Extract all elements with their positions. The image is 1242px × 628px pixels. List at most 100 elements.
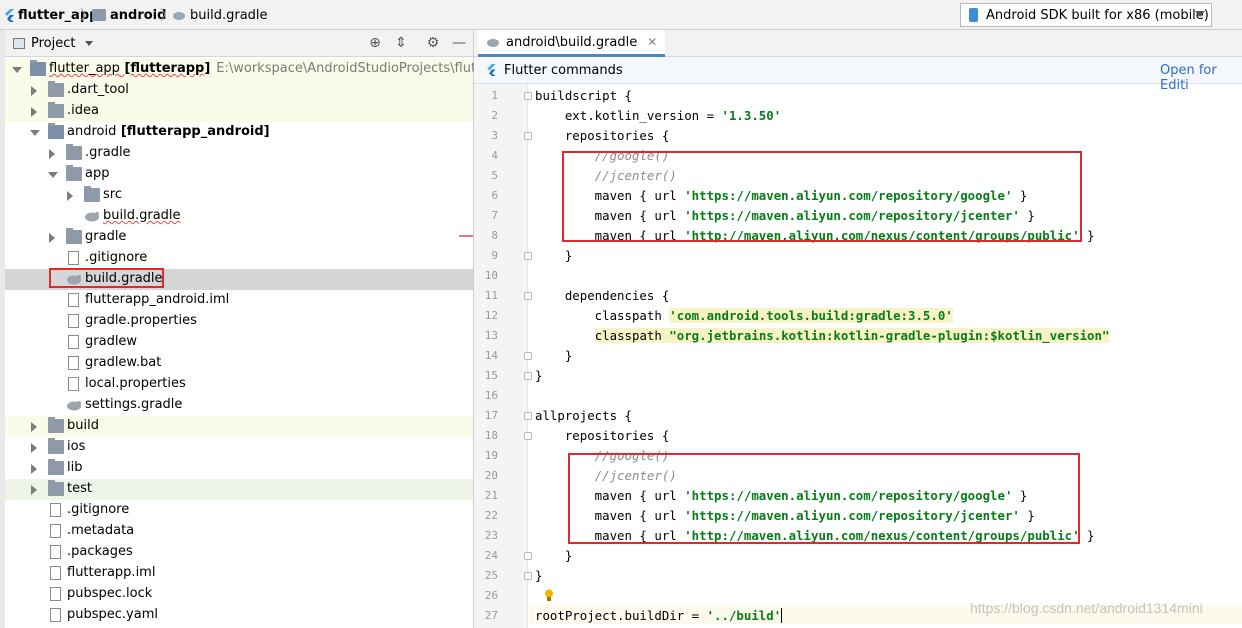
file-icon [68, 377, 79, 391]
tree-item[interactable]: .dart_tool [5, 80, 473, 101]
folder-icon [48, 438, 64, 454]
tree-item[interactable]: .gitignore [5, 500, 473, 521]
file-icon [50, 524, 61, 538]
fold-marker-icon[interactable] [524, 132, 532, 140]
item-name: pubspec.yaml [67, 607, 158, 622]
tree-item[interactable]: .packages [5, 542, 473, 563]
breadcrumb-build-gradle[interactable]: build.gradle [172, 6, 268, 24]
chevron-down-icon[interactable] [12, 67, 22, 73]
chevron-right-icon[interactable] [31, 422, 37, 432]
tree-item[interactable]: gradlew.bat [5, 353, 473, 374]
fold-marker-icon[interactable] [524, 552, 532, 560]
tree-item[interactable]: src [5, 185, 473, 206]
folder-icon [92, 9, 106, 21]
file-icon [68, 293, 79, 307]
fold-marker-icon[interactable] [524, 372, 532, 380]
item-name: pubspec.lock [67, 586, 153, 601]
tree-item[interactable]: lib [5, 458, 473, 479]
fold-marker-icon[interactable] [524, 92, 532, 100]
file-icon [68, 314, 79, 328]
tree-item[interactable]: ios [5, 437, 473, 458]
locate-icon[interactable]: ⊕ [367, 35, 383, 51]
chevron-down-icon[interactable] [30, 130, 40, 136]
fold-marker-icon[interactable] [524, 292, 532, 300]
tree-item[interactable]: build [5, 416, 473, 437]
chevron-down-icon[interactable] [48, 172, 58, 178]
flutter-commands-label: Flutter commands [504, 63, 623, 78]
tab-build-gradle[interactable]: android\build.gradle ✕ [478, 30, 666, 57]
line-number: 14 [484, 349, 498, 362]
chevron-right-icon[interactable] [31, 464, 37, 474]
collapse-all-icon[interactable]: ⇕ [393, 35, 409, 51]
tree-item[interactable]: gradle [5, 227, 473, 248]
gradle-icon [487, 38, 499, 47]
device-selector[interactable]: Android SDK built for x86 (mobile) [960, 3, 1212, 27]
tree-item[interactable]: app [5, 164, 473, 185]
tree-item[interactable]: gradle.properties [5, 311, 473, 332]
tree-item[interactable]: flutterapp.iml [5, 563, 473, 584]
line-number: 10 [484, 269, 498, 282]
item-name: flutter_app [49, 61, 120, 76]
fold-marker-icon[interactable] [524, 412, 532, 420]
code-line: classpath "org.jetbrains.kotlin:kotlin-g… [594, 328, 1110, 343]
tree-item[interactable]: gradlew [5, 332, 473, 353]
item-name: flutterapp.iml [67, 565, 156, 580]
tree-item[interactable]: settings.gradle [5, 395, 473, 416]
breadcrumb-android[interactable]: android [92, 6, 166, 24]
tree-item[interactable]: pubspec.yaml [5, 605, 473, 626]
tree-item[interactable]: local.properties [5, 374, 473, 395]
chevron-right-icon[interactable] [67, 191, 73, 201]
gear-icon[interactable]: ⚙ [425, 35, 441, 51]
line-number: 24 [484, 549, 498, 562]
fold-marker-icon[interactable] [524, 572, 532, 580]
line-number: 18 [484, 429, 498, 442]
fold-marker-icon[interactable] [524, 352, 532, 360]
tree-item[interactable]: pubspec.lock [5, 584, 473, 605]
tree-item-label: flutterapp.iml [67, 565, 155, 580]
chevron-right-icon[interactable] [31, 443, 37, 453]
tree-item[interactable]: .metadata [5, 521, 473, 542]
editor-tab-bar: android\build.gradle ✕ [474, 30, 1242, 57]
minimize-icon[interactable]: — [451, 35, 467, 51]
line-number: 15 [484, 369, 498, 382]
line-number: 5 [491, 169, 498, 182]
code-line: rootProject.buildDir = '../build' [535, 608, 783, 623]
open-for-editing-link[interactable]: Open for Editi [1160, 63, 1242, 93]
chevron-right-icon[interactable] [49, 233, 55, 243]
tree-item[interactable]: .gradle [5, 143, 473, 164]
chevron-right-icon[interactable] [31, 86, 37, 96]
tree-item[interactable]: build.gradle [5, 206, 473, 227]
item-name: test [67, 481, 92, 496]
item-name: gradle [85, 229, 127, 244]
line-number: 21 [484, 489, 498, 502]
line-number: 8 [491, 229, 498, 242]
tree-item[interactable]: flutter_app [flutterapp] E:\workspace\And… [5, 59, 517, 80]
item-name: gradlew.bat [85, 355, 162, 370]
chevron-right-icon[interactable] [49, 149, 55, 159]
chevron-right-icon[interactable] [31, 107, 37, 117]
tree-item-label: flutter_app [flutterapp] E:\workspace\And… [49, 61, 517, 76]
code-line: dependencies { [535, 288, 670, 303]
tree-item[interactable]: flutterapp_android.iml [5, 290, 473, 311]
fold-marker-icon[interactable] [524, 432, 532, 440]
module-path: E:\workspace\AndroidStudioProjects\flutt… [216, 61, 518, 76]
tree-item[interactable]: .gitignore [5, 248, 473, 269]
code-line: } [535, 248, 573, 263]
tree-item-label: ios [67, 439, 85, 454]
line-number: 20 [484, 469, 498, 482]
tree-item[interactable]: android [flutterapp_android] [5, 122, 473, 143]
fold-marker-icon[interactable] [524, 252, 532, 260]
tree-item[interactable]: .idea [5, 101, 473, 122]
tree-item-label: pubspec.lock [67, 586, 152, 601]
file-icon [68, 335, 79, 349]
folder-icon [48, 459, 64, 475]
tree-item-label: .packages [67, 544, 133, 559]
tree-item-label: gradlew.bat [85, 355, 161, 370]
chevron-down-icon [1195, 11, 1205, 17]
lightbulb-icon[interactable] [544, 589, 554, 602]
gradle-icon [66, 399, 82, 415]
project-view-selector[interactable]: Project [13, 36, 94, 51]
chevron-right-icon[interactable] [31, 485, 37, 495]
tree-item[interactable]: test [5, 479, 473, 500]
close-icon[interactable]: ✕ [647, 35, 657, 49]
